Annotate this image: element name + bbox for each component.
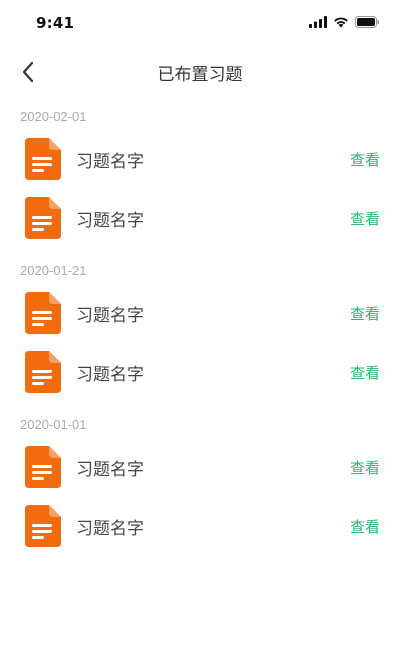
- exercise-name: 习题名字: [76, 306, 144, 326]
- exercise-item[interactable]: 习题名字 查看: [0, 497, 400, 556]
- date-group: 2020-01-01 习题名字 查看 习题名字 查看: [0, 416, 400, 556]
- exercise-name: 习题名字: [76, 519, 144, 539]
- cellular-signal-icon: [309, 16, 327, 28]
- view-button[interactable]: 查看: [350, 362, 380, 383]
- exercise-item[interactable]: 习题名字 查看: [0, 189, 400, 248]
- view-button[interactable]: 查看: [350, 149, 380, 170]
- status-icons: [309, 14, 380, 30]
- view-button[interactable]: 查看: [350, 516, 380, 537]
- date-group: 2020-02-01 习题名字 查看 习题名字 查看: [0, 108, 400, 248]
- document-icon: [25, 292, 61, 334]
- document-icon: [25, 351, 61, 393]
- group-date: 2020-01-01: [20, 417, 87, 432]
- group-date: 2020-02-01: [20, 109, 87, 124]
- exercise-item[interactable]: 习题名字 查看: [0, 284, 400, 343]
- view-button[interactable]: 查看: [350, 303, 380, 324]
- view-button[interactable]: 查看: [350, 457, 380, 478]
- exercise-name: 习题名字: [76, 152, 144, 172]
- group-date: 2020-01-21: [20, 263, 87, 278]
- exercise-name: 习题名字: [76, 211, 144, 231]
- wifi-icon: [334, 17, 348, 28]
- page-title: 已布置习题: [157, 65, 243, 85]
- battery-icon: [355, 16, 380, 28]
- status-bar: 9:41: [0, 0, 400, 44]
- document-icon: [25, 138, 61, 180]
- exercise-name: 习题名字: [76, 365, 144, 385]
- exercise-list: 2020-02-01 习题名字 查看 习题名字 查看 2020-01-21 习题…: [0, 108, 400, 570]
- exercise-item[interactable]: 习题名字 查看: [0, 343, 400, 402]
- view-button[interactable]: 查看: [350, 208, 380, 229]
- exercise-name: 习题名字: [76, 460, 144, 480]
- nav-bar: 已布置习题: [0, 48, 400, 96]
- date-group: 2020-01-21 习题名字 查看 习题名字 查看: [0, 262, 400, 402]
- exercise-item[interactable]: 习题名字 查看: [0, 438, 400, 497]
- status-time: 9:41: [36, 14, 75, 32]
- document-icon: [25, 197, 61, 239]
- document-icon: [25, 446, 61, 488]
- exercise-item[interactable]: 习题名字 查看: [0, 130, 400, 189]
- document-icon: [25, 505, 61, 547]
